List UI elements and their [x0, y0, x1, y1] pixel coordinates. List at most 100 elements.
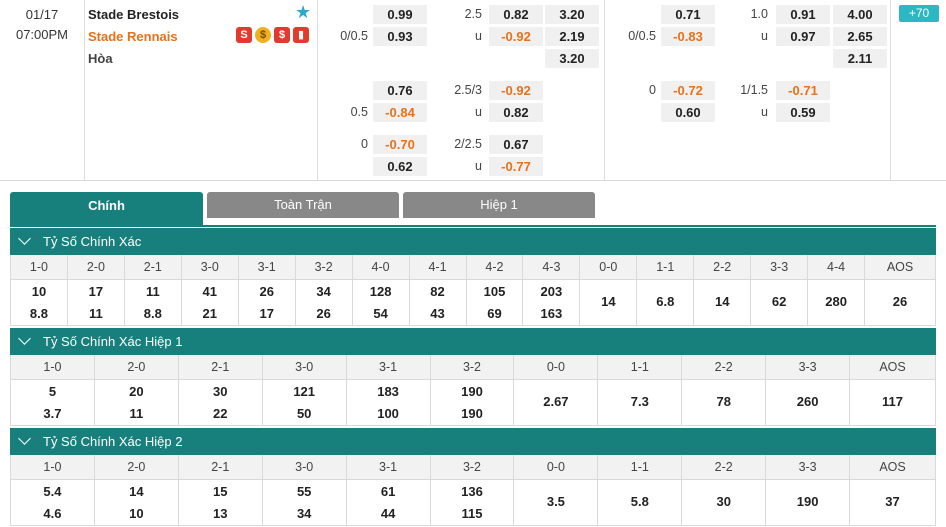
section-header[interactable]: Tỷ Số Chính Xác Hiệp 1 — [10, 328, 936, 355]
odd-home[interactable]: 0.71 — [661, 5, 715, 24]
score-odds-cell[interactable]: 78 — [682, 380, 767, 425]
odd-home[interactable]: -0.72 — [661, 81, 715, 100]
score-odds-cell[interactable]: 62 — [751, 280, 809, 325]
odd-under[interactable]: 0.59 — [776, 103, 830, 122]
score-odds-cell[interactable]: 5.8 — [598, 480, 683, 525]
score-odds-cell[interactable]: 5 3.7 — [11, 380, 95, 425]
score-odds-cell[interactable]: 61 44 — [347, 480, 431, 525]
odd-home-value[interactable]: 10 — [11, 284, 67, 299]
odd-over[interactable]: 0.67 — [489, 135, 543, 154]
score-odds-cell[interactable]: 7.3 — [598, 380, 683, 425]
tab-main[interactable]: Chính — [10, 192, 203, 225]
odd-away-value[interactable]: 11 — [95, 406, 178, 421]
score-odds-cell[interactable]: 203 163 — [523, 280, 581, 325]
odd-away-value[interactable]: 4.6 — [11, 506, 94, 521]
score-odds-cell[interactable]: 183 100 — [347, 380, 431, 425]
odd-away-value[interactable]: 43 — [410, 306, 466, 321]
odd-away[interactable]: 0.93 — [373, 27, 427, 46]
odd-away-value[interactable]: 100 — [347, 406, 430, 421]
odd-away-value[interactable]: 163 — [523, 306, 579, 321]
score-odds-cell[interactable]: 55 34 — [263, 480, 347, 525]
odd-under[interactable]: 0.82 — [489, 103, 543, 122]
score-odds-cell[interactable]: 2.67 — [514, 380, 599, 425]
score-odds-cell[interactable]: 260 — [766, 380, 851, 425]
odd-home-value[interactable]: 5.4 — [11, 484, 94, 499]
odd-home-value[interactable]: 14 — [95, 484, 178, 499]
odd-1x2-home[interactable]: 4.00 — [833, 5, 887, 24]
odd-home-value[interactable]: 61 — [347, 484, 430, 499]
odd-home-value[interactable]: 20 — [95, 384, 178, 399]
score-odds-cell[interactable]: 26 — [865, 280, 936, 325]
odd-away-value[interactable]: 190 — [431, 406, 514, 421]
odd-away-value[interactable]: 8.8 — [125, 306, 181, 321]
odd-home-value[interactable]: 190 — [431, 384, 514, 399]
odd-away-value[interactable]: 13 — [179, 506, 262, 521]
odd-value[interactable]: 280 — [808, 294, 864, 309]
odd-over[interactable]: 0.91 — [776, 5, 830, 24]
chevron-down-icon[interactable] — [18, 432, 31, 445]
score-odds-cell[interactable]: 14 — [580, 280, 638, 325]
odd-away-value[interactable]: 3.7 — [11, 406, 94, 421]
tab-first-half[interactable]: Hiệp 1 — [403, 192, 595, 218]
odd-value[interactable]: 78 — [682, 394, 765, 409]
score-odds-cell[interactable]: 105 69 — [467, 280, 524, 325]
odd-value[interactable]: 5.8 — [598, 494, 681, 509]
odd-value[interactable]: 62 — [751, 294, 807, 309]
score-odds-cell[interactable]: 37 — [850, 480, 936, 525]
odd-away-value[interactable]: 11 — [68, 306, 124, 321]
odd-home-value[interactable]: 183 — [347, 384, 430, 399]
odd-home[interactable]: 0.99 — [373, 5, 427, 24]
odd-away[interactable]: 0.60 — [661, 103, 715, 122]
odd-under[interactable]: -0.92 — [489, 27, 543, 46]
chevron-down-icon[interactable] — [18, 332, 31, 345]
score-odds-cell[interactable]: 280 — [808, 280, 866, 325]
odd-home[interactable]: 0.76 — [373, 81, 427, 100]
score-odds-cell[interactable]: 117 — [850, 380, 936, 425]
odd-away[interactable]: -0.83 — [661, 27, 715, 46]
odd-under[interactable]: -0.77 — [489, 157, 543, 176]
s-icon[interactable]: S — [236, 27, 252, 43]
score-odds-cell[interactable]: 30 — [682, 480, 767, 525]
chart-icon[interactable]: ▮ — [293, 27, 309, 43]
odd-home-value[interactable]: 34 — [296, 284, 352, 299]
score-odds-cell[interactable]: 3.5 — [514, 480, 599, 525]
section-header[interactable]: Tỷ Số Chính Xác — [10, 228, 936, 255]
odd-away-value[interactable]: 26 — [296, 306, 352, 321]
odd-away-value[interactable]: 17 — [239, 306, 295, 321]
coin-icon[interactable]: $ — [255, 27, 271, 43]
score-odds-cell[interactable]: 121 50 — [263, 380, 347, 425]
odd-away-value[interactable]: 34 — [263, 506, 346, 521]
odd-away-value[interactable]: 10 — [95, 506, 178, 521]
score-odds-cell[interactable]: 11 8.8 — [125, 280, 182, 325]
odd-away[interactable]: 0.62 — [373, 157, 427, 176]
odd-1x2-draw[interactable]: 3.20 — [545, 49, 599, 68]
score-odds-cell[interactable]: 136 115 — [431, 480, 515, 525]
score-odds-cell[interactable]: 6.8 — [637, 280, 695, 325]
odd-value[interactable]: 14 — [694, 294, 750, 309]
odd-home-value[interactable]: 55 — [263, 484, 346, 499]
odd-home-value[interactable]: 5 — [11, 384, 94, 399]
odd-value[interactable]: 37 — [850, 494, 935, 509]
home-team[interactable]: Stade Brestois — [88, 7, 179, 22]
odd-away-value[interactable]: 69 — [467, 306, 523, 321]
odd-away-value[interactable]: 44 — [347, 506, 430, 521]
odd-away-value[interactable]: 50 — [263, 406, 346, 421]
odd-away[interactable]: -0.84 — [373, 103, 427, 122]
score-odds-cell[interactable]: 15 13 — [179, 480, 263, 525]
odd-home-value[interactable]: 203 — [523, 284, 579, 299]
odd-over[interactable]: -0.92 — [489, 81, 543, 100]
odd-value[interactable]: 26 — [865, 294, 935, 309]
odd-over[interactable]: 0.82 — [489, 5, 543, 24]
score-odds-cell[interactable]: 14 — [694, 280, 752, 325]
odd-home-value[interactable]: 136 — [431, 484, 514, 499]
more-markets-badge[interactable]: +70 — [899, 5, 939, 22]
odd-away-value[interactable]: 21 — [182, 306, 238, 321]
score-odds-cell[interactable]: 82 43 — [410, 280, 467, 325]
odd-away-value[interactable]: 115 — [431, 506, 514, 521]
odd-away-value[interactable]: 54 — [353, 306, 409, 321]
away-team[interactable]: Stade Rennais — [88, 29, 178, 44]
score-odds-cell[interactable]: 26 17 — [239, 280, 296, 325]
odd-over[interactable]: -0.71 — [776, 81, 830, 100]
odd-away-value[interactable]: 8.8 — [11, 306, 67, 321]
score-odds-cell[interactable]: 190 — [766, 480, 851, 525]
